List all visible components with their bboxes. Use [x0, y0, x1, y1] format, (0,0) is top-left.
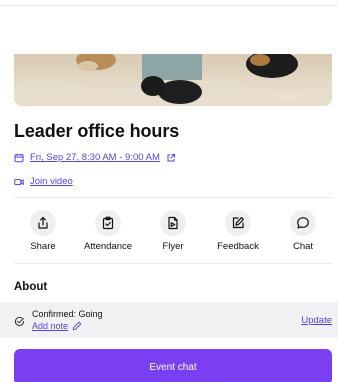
event-datetime-row[interactable]: Fri, Sep 27, 8:30 AM - 9:00 AM [14, 152, 176, 163]
join-video-row[interactable]: Join video [14, 176, 73, 187]
about-heading: About [14, 281, 48, 293]
action-bar: Share Attendance Flyer Feedback Chat [14, 210, 332, 258]
share-label: Share [30, 241, 56, 252]
feedback-button[interactable]: Feedback [209, 210, 267, 258]
flyer-label: Flyer [162, 241, 184, 252]
divider [14, 197, 332, 198]
pencil-icon [72, 321, 82, 331]
attendance-button[interactable]: Attendance [79, 210, 137, 258]
video-camera-icon [14, 177, 24, 187]
check-circle-icon [14, 314, 25, 327]
chat-bubble-icon [290, 210, 316, 236]
chat-label: Chat [292, 241, 314, 252]
chat-button[interactable]: Chat [274, 210, 332, 258]
join-video-link[interactable]: Join video [30, 176, 73, 187]
flyer-button[interactable]: Flyer [144, 210, 202, 258]
top-bar [0, 0, 338, 6]
calendar-icon [14, 153, 24, 163]
event-datetime-link[interactable]: Fri, Sep 27, 8:30 AM - 9:00 AM [30, 152, 160, 163]
external-link-icon[interactable] [166, 153, 176, 163]
event-cover-image [14, 54, 332, 106]
share-icon [30, 210, 56, 236]
event-chat-button[interactable]: Event chat [14, 349, 332, 382]
flyer-icon [160, 210, 186, 236]
add-note-label: Add note [32, 321, 69, 331]
event-title: Leader office hours [14, 121, 180, 141]
rsvp-status-panel: Confirmed: Going Add note Update [0, 302, 338, 338]
rsvp-status-text: Confirmed: Going [32, 309, 103, 319]
attendance-label: Attendance [83, 241, 133, 252]
pencil-square-icon [225, 210, 251, 236]
add-note-link[interactable]: Add note [32, 320, 103, 332]
feedback-label: Feedback [217, 241, 259, 252]
share-button[interactable]: Share [14, 210, 72, 258]
update-rsvp-link[interactable]: Update [301, 315, 332, 326]
divider [14, 263, 332, 264]
clipboard-check-icon [95, 210, 121, 236]
